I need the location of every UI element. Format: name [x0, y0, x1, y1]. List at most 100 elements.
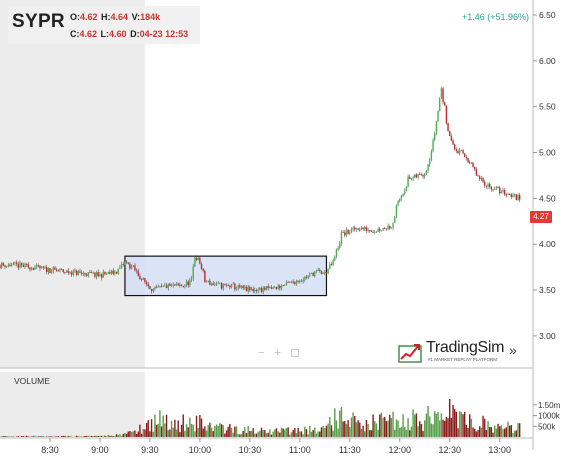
candle-body [310, 273, 313, 274]
candle-body [517, 194, 519, 200]
volume-bar [477, 430, 479, 437]
volume-bar [252, 428, 254, 437]
volume-bar [264, 430, 266, 437]
candle-body [109, 271, 111, 274]
volume-bar [414, 414, 416, 437]
volume-bar [94, 435, 96, 437]
volume-label-short: V: [131, 12, 141, 22]
candle-body [107, 271, 109, 274]
volume-bar [425, 413, 428, 437]
volume-bar [5, 436, 8, 437]
volume-bar [262, 429, 264, 437]
candle-body [97, 272, 99, 277]
volume-bar [272, 431, 274, 437]
candle-body [142, 278, 144, 280]
price-tick-label: 4.00 [539, 239, 556, 249]
candle-body [90, 272, 93, 274]
volume-bar [127, 431, 129, 437]
candle-body [259, 287, 261, 290]
candle-body [74, 270, 76, 272]
volume-bar [344, 421, 346, 437]
last-price-tag: 4.27 [530, 211, 552, 223]
volume-bar [510, 425, 513, 437]
candle-body [395, 205, 398, 218]
candle-body [365, 227, 368, 231]
volume-bar [84, 436, 86, 437]
volume-bar [145, 422, 148, 437]
candle-body [29, 267, 31, 270]
volume-bar [397, 420, 399, 437]
candle-body [87, 272, 89, 276]
candle-body [152, 288, 154, 292]
time-tick-label: 8:30 [41, 445, 59, 455]
candle-body [419, 174, 421, 175]
volume-bar [229, 423, 231, 437]
volume-bar [387, 420, 389, 437]
candle-body [40, 266, 43, 269]
price-volume-chart[interactable]: 6.50 6.00 5.50 5.00 4.50 4.00 3.50 3.00 1.50m 100… [0, 0, 576, 459]
volume-bar [30, 436, 33, 437]
zoom-in-button[interactable]: + [274, 347, 280, 359]
candle-body [417, 174, 419, 178]
volume-bar [367, 424, 369, 437]
candle-body [492, 189, 494, 191]
candle-body [80, 272, 83, 274]
close-label: C: [70, 29, 80, 39]
volume-bar [357, 420, 359, 437]
volume-bar [57, 436, 59, 437]
volume-bar [227, 426, 229, 437]
volume-bar [432, 424, 434, 437]
volume-bar [465, 425, 468, 437]
candle-body [9, 264, 11, 267]
volume-bar [170, 420, 173, 437]
candle-body [115, 271, 118, 274]
volume-bar [437, 412, 439, 437]
volume-bar [194, 431, 196, 437]
candle-body [159, 285, 161, 287]
candle-body [498, 187, 501, 194]
candle-body [160, 285, 163, 287]
candle-body [120, 264, 123, 268]
candle-body [162, 285, 164, 287]
time-tick-label: 9:30 [141, 445, 159, 455]
volume-bar [479, 426, 481, 437]
volume-bar [222, 425, 224, 437]
volume-bar [394, 429, 396, 437]
candle-body [488, 183, 491, 187]
volume-bar [289, 434, 291, 437]
volume-bar [400, 426, 403, 437]
candle-body [330, 264, 333, 265]
candle-body [240, 285, 243, 288]
volume-bar [172, 427, 174, 437]
volume-bar [492, 432, 494, 437]
candle-body [229, 285, 231, 288]
volume-bar [410, 426, 413, 437]
fullscreen-icon[interactable] [290, 349, 299, 357]
volume-bar [379, 414, 381, 437]
candle-body [5, 266, 8, 268]
candle-body [22, 265, 25, 268]
candle-body [350, 228, 353, 233]
volume-bar [204, 426, 206, 437]
volume-bar [457, 428, 459, 437]
volume-bar [185, 424, 188, 437]
volume-bar [122, 433, 124, 437]
candle-body [503, 190, 506, 195]
volume-bar [184, 430, 186, 437]
chevron-right-icon[interactable]: » [509, 342, 517, 358]
volume-bar [139, 424, 141, 437]
candle-body [512, 194, 514, 198]
volume-bar [37, 436, 40, 437]
volume-bar [240, 434, 243, 437]
candle-body [180, 284, 183, 287]
volume-bar [267, 432, 269, 437]
candle-body [510, 194, 513, 198]
volume-bar [105, 436, 108, 437]
candle-body [49, 267, 51, 273]
volume-bar [157, 423, 159, 437]
candle-body [89, 272, 91, 273]
volume-bar [404, 426, 406, 437]
candle-body [164, 285, 166, 287]
zoom-out-button[interactable]: − [258, 347, 264, 359]
candle-body [282, 285, 284, 287]
